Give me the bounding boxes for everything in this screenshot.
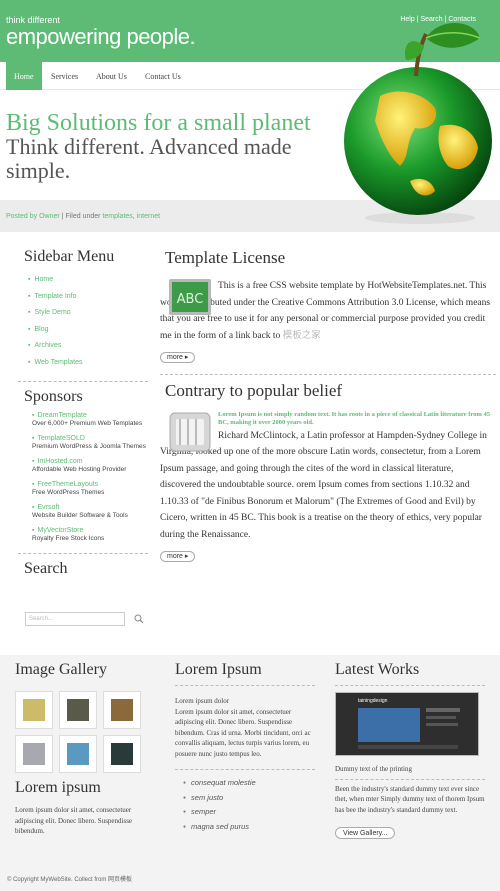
sponsor-item: TemplateSOLDPremium WordPress & Joomla T…: [32, 435, 148, 455]
gallery-thumb[interactable]: [15, 691, 53, 729]
sidebar-item-archives[interactable]: Archives: [28, 342, 148, 359]
globe-apple-illustration: [344, 22, 492, 224]
bullet-list: consequat molestie sem justo semper magn…: [183, 778, 315, 836]
gallery-thumb[interactable]: [103, 691, 141, 729]
sponsor-item: EvrsoftWebsite Builder Software & Tools: [32, 504, 148, 524]
divider: [175, 685, 315, 686]
sidebar-menu-title: Sidebar Menu: [24, 248, 115, 265]
lorem-title-left: Lorem ipsum: [15, 779, 101, 796]
sponsor-desc: Over 6,000+ Premium Web Templates: [32, 420, 143, 427]
sidebar-item-blog[interactable]: Blog: [28, 326, 148, 343]
latest-work-screenshot[interactable]: tainingdesign: [335, 692, 479, 756]
nav-contact-us[interactable]: Contact Us: [145, 62, 181, 90]
sidebar: Sidebar Menu Home Template Info Style De…: [18, 240, 148, 578]
postbar-sep: |: [61, 213, 64, 220]
gallery-thumb[interactable]: [15, 735, 53, 773]
filed-under-label: Filed under: [65, 213, 101, 220]
sponsor-desc: Website Builder Software & Tools: [32, 512, 128, 519]
nav-services[interactable]: Services: [51, 62, 78, 90]
screenshot-brand: tainingdesign: [358, 698, 388, 704]
search-icon[interactable]: [134, 614, 144, 624]
lorem-text-left: Lorem ipsum dolor sit amet, consectetuer…: [15, 806, 133, 835]
sponsor-desc: Royalty Free Stock Icons: [32, 535, 105, 542]
tag-internet[interactable]: internet: [137, 213, 160, 220]
sponsor-link[interactable]: MyVectorStore: [32, 527, 148, 535]
sponsor-item: DreamTemplateOver 6,000+ Premium Web Tem…: [32, 412, 148, 432]
search-title: Search: [24, 560, 68, 577]
hero-subheadline: Think different. Advanced made simple.: [6, 134, 292, 183]
works-caption: Dummy text of the printing: [335, 765, 412, 773]
sponsor-item: ImHosted.comAffordable Web Hosting Provi…: [32, 458, 148, 478]
more-button[interactable]: more ▸: [160, 551, 196, 562]
lorem-mid-p1: Lorem ipsum dolor: [175, 697, 230, 705]
copyright: © Copyright MyWebSite. Collect from 网页模板: [7, 877, 133, 883]
divider: [335, 685, 485, 686]
sponsor-item: MyVectorStoreRoyalty Free Stock Icons: [32, 527, 148, 547]
notepad-icon: [169, 412, 211, 451]
sponsor-link[interactable]: Evrsoft: [32, 504, 148, 512]
main-content: Template License ABC This is a free CSS …: [160, 240, 496, 565]
article-contrary: Lorem Ipsum is not simply random text. I…: [160, 411, 496, 565]
divider: [335, 778, 485, 780]
gallery-thumb[interactable]: [103, 735, 141, 773]
sidebar-item-home[interactable]: Home: [28, 276, 148, 293]
sponsor-item: FreeThemeLayoutsFree WordPress Themes: [32, 481, 148, 501]
article-license: ABC This is a free CSS website template …: [160, 278, 496, 366]
divider: [18, 381, 148, 382]
sponsor-desc: Affordable Web Hosting Provider: [32, 466, 127, 473]
search-input[interactable]: Search...: [25, 612, 125, 626]
lorem-title-mid: Lorem Ipsum: [175, 661, 262, 678]
list-item: consequat molestie: [183, 778, 315, 793]
list-item: magna sed purus: [183, 822, 315, 837]
posted-by-label: Posted by: [6, 213, 38, 220]
sidebar-item-style-demo[interactable]: Style Demo: [28, 309, 148, 326]
latest-works-title: Latest Works: [335, 661, 420, 678]
nav-about-us[interactable]: About Us: [96, 62, 127, 90]
works-text: Been the industry's standard dummy text …: [335, 784, 485, 814]
sidebar-item-web-templates[interactable]: Web Templates: [28, 359, 148, 376]
nav-home[interactable]: Home: [6, 62, 42, 90]
divider: [18, 553, 148, 554]
list-item: sem justo: [183, 793, 315, 808]
sponsors-title: Sponsors: [24, 388, 83, 405]
credit-link[interactable]: 模板之家: [283, 331, 321, 341]
sponsor-link[interactable]: TemplateSOLD: [32, 435, 148, 443]
lorem-mid-p2: Lorem ipsum dolor sit amet, consectetuer…: [175, 707, 311, 758]
sponsor-desc: Free WordPress Themes: [32, 489, 105, 496]
sponsor-link[interactable]: DreamTemplate: [32, 412, 148, 420]
footer-columns: Image Gallery Lorem ipsum Lorem ipsum do…: [0, 655, 500, 891]
tag-templates[interactable]: templates: [102, 213, 132, 220]
chalkboard-text: ABC: [177, 292, 204, 307]
article-title: Contrary to popular belief: [165, 380, 343, 400]
sidebar-menu: Home Template Info Style Demo Blog Archi…: [28, 276, 148, 375]
sponsor-list: DreamTemplateOver 6,000+ Premium Web Tem…: [32, 412, 148, 547]
more-button[interactable]: more ▸: [160, 352, 196, 363]
sponsor-desc: Premium WordPress & Joomla Themes: [32, 443, 146, 450]
sponsor-link[interactable]: ImHosted.com: [32, 458, 148, 466]
divider: [160, 373, 496, 375]
gallery-thumb[interactable]: [59, 735, 97, 773]
gallery-thumb[interactable]: [59, 691, 97, 729]
gallery-title: Image Gallery: [15, 661, 107, 678]
article-title: Template License: [165, 248, 286, 267]
divider: [175, 769, 315, 770]
list-item: semper: [183, 807, 315, 822]
view-gallery-button[interactable]: View Gallery...: [335, 827, 396, 839]
sidebar-item-template-info[interactable]: Template Info: [28, 293, 148, 310]
chalkboard-icon: ABC: [169, 279, 211, 315]
posted-by-author[interactable]: Owner: [39, 213, 60, 220]
hero-headline: Big Solutions for a small planet: [6, 110, 311, 136]
sponsor-link[interactable]: FreeThemeLayouts: [32, 481, 148, 489]
tagline-big: empowering people.: [6, 24, 196, 49]
